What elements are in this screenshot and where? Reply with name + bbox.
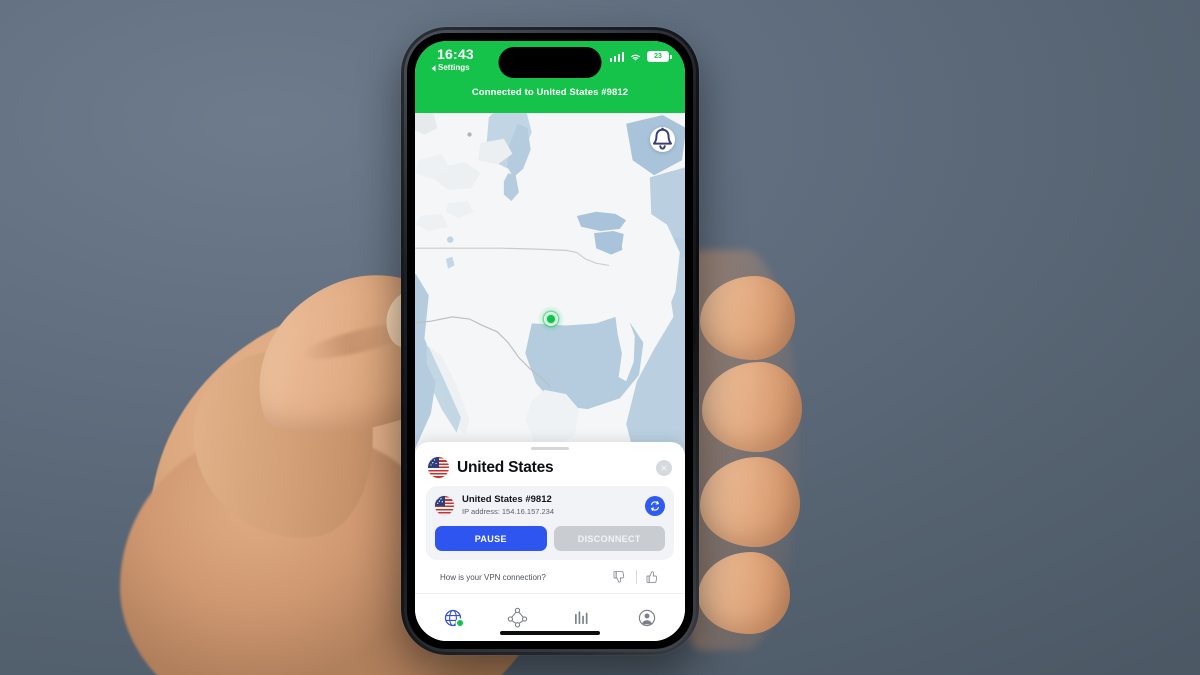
back-to-settings-link[interactable]: Settings [431,64,474,72]
sheet-header: United States [426,450,674,486]
connection-banner: Connected to United States #9812 [471,87,629,98]
server-ip-address: IP address: 154.16.157.234 [462,507,555,517]
server-name: United States #9812 [462,494,552,506]
status-bar-left: 16:43 Settings [431,47,474,72]
wifi-icon [631,54,640,61]
status-bar-right: 23 [609,47,672,62]
tab-profile[interactable] [615,594,680,641]
connected-status-dot [457,619,464,626]
back-label: Settings [438,63,470,72]
fingertip-4 [698,552,790,634]
pause-button[interactable]: PAUSE [435,526,547,551]
connection-actions: PAUSE DISCONNECT [435,526,665,551]
us-flag-icon [435,496,454,516]
us-flag-icon [428,457,449,479]
smartphone: 16:43 Settings 23 Connected to United St… [401,27,699,655]
fingertip-2 [702,362,802,452]
home-indicator[interactable] [500,631,600,635]
fingertip-3 [700,457,800,547]
thumbs-up-icon[interactable] [646,570,660,584]
bar-stats-icon [575,610,588,624]
battery-icon: 23 [647,51,672,62]
finger-shadow [690,250,800,650]
notifications-button[interactable] [650,127,675,152]
status-time: 16:43 [437,46,474,62]
close-icon [661,465,667,471]
sheet-title: United States [457,458,554,476]
tab-vpn[interactable] [421,594,486,641]
server-swap-icon [651,500,659,511]
close-button[interactable] [656,459,672,476]
phone-screen: 16:43 Settings 23 Connected to United St… [415,41,685,641]
mesh-network-icon [508,607,528,628]
feedback-row: How is your VPN connection? [426,560,674,593]
battery-level: 23 [654,53,662,60]
cellular-signal-icon [609,51,624,62]
profile-icon [638,609,655,626]
feedback-question: How is your VPN connection? [440,572,546,582]
bell-icon [652,127,673,150]
fingertip-1 [700,276,795,360]
server-card: United States #9812 IP address: 154.16.1… [426,486,674,560]
feedback-divider [636,570,637,584]
status-bar: 16:43 Settings 23 [415,41,685,81]
connection-header: 16:43 Settings 23 Connected to United St… [415,41,685,113]
disconnect-button[interactable]: DISCONNECT [553,526,665,551]
server-info: United States #9812 IP address: 154.16.1… [462,494,637,517]
feedback-icons [613,570,672,584]
map-graphic [415,113,685,457]
thumb-base [182,338,388,552]
world-map[interactable] [415,113,685,457]
country-detail-sheet: United States United States #9812 IP add… [415,442,685,593]
back-chevron-icon [431,64,436,72]
change-server-button[interactable] [645,495,665,516]
thumbs-down-icon[interactable] [613,570,627,584]
dynamic-island [498,47,602,78]
server-row: United States #9812 IP address: 154.16.1… [435,494,665,517]
